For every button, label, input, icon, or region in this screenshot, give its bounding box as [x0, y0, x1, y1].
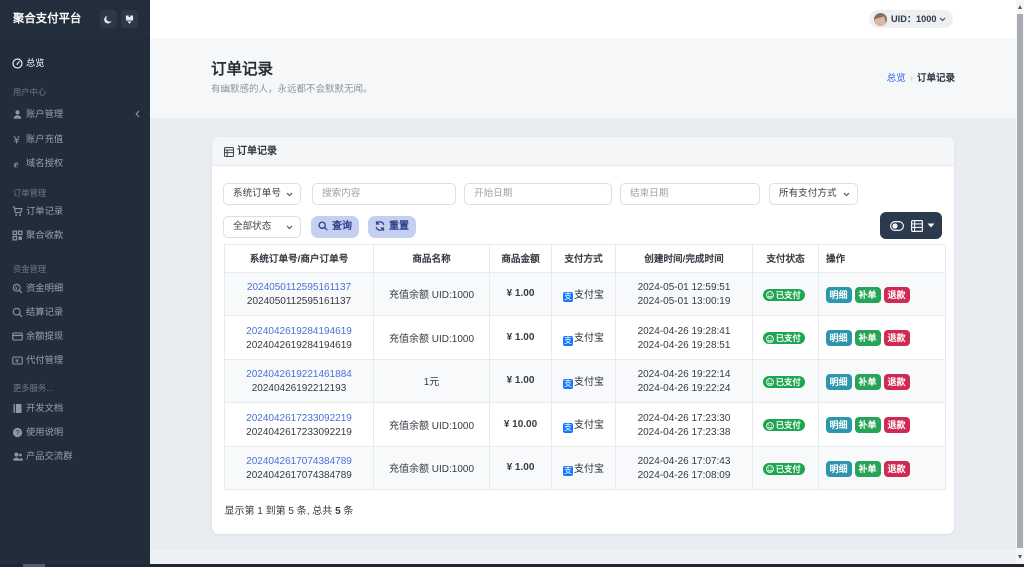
svg-text:¥: ¥: [13, 135, 21, 146]
svg-text:¥: ¥: [15, 358, 19, 365]
svg-text:?: ?: [16, 430, 20, 437]
svg-text:e: e: [14, 159, 19, 169]
